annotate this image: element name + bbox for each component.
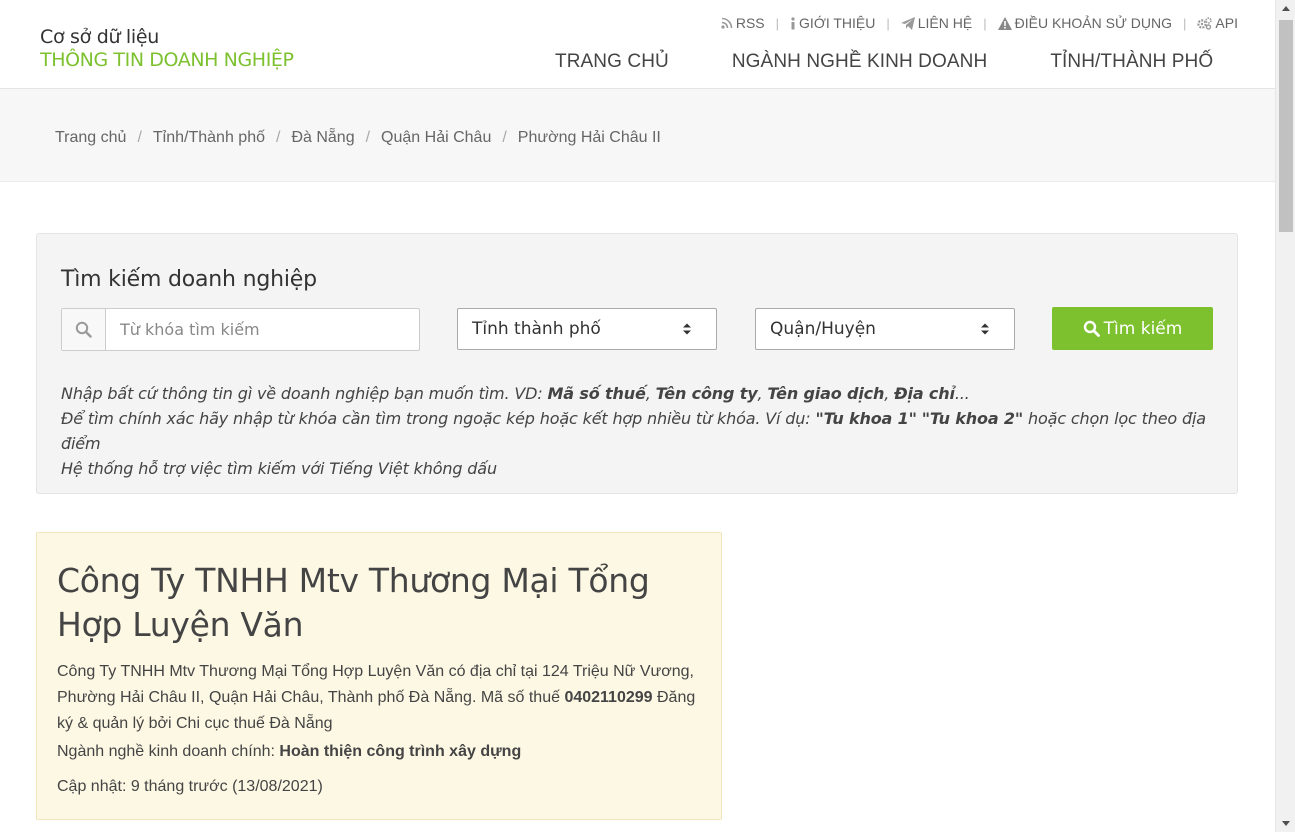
hint-example: Mã số thuế bbox=[547, 384, 646, 403]
search-button-label: Tìm kiếm bbox=[1103, 318, 1183, 339]
hint-line-1: Nhập bất cứ thông tin gì về doanh nghiệp… bbox=[61, 381, 1237, 406]
rss-icon bbox=[721, 17, 733, 29]
contact-link[interactable]: LIÊN HỆ bbox=[900, 15, 973, 31]
top-links: RSS | GIỚI THIỆU | LIÊN HỆ | ĐIỀU KHOẢN … bbox=[721, 15, 1238, 31]
breadcrumb-bar: Trang chủ / Tỉnh/Thành phố / Đà Nẵng / Q… bbox=[0, 89, 1275, 182]
industry-value: Hoàn thiện công trình xây dựng bbox=[279, 743, 522, 760]
api-link[interactable]: API bbox=[1197, 15, 1238, 31]
terms-label: ĐIỀU KHOẢN SỬ DỤNG bbox=[1014, 15, 1173, 31]
logo-line-1: Cơ sở dữ liệu bbox=[40, 26, 160, 48]
industry-label: Ngành nghề kinh doanh chính: bbox=[57, 743, 280, 760]
province-select-value: Tỉnh thành phố bbox=[472, 319, 601, 339]
district-select-value: Quận/Huyện bbox=[770, 319, 876, 339]
company-industry: Ngành nghề kinh doanh chính: Hoàn thiện … bbox=[57, 743, 521, 761]
company-card: Công Ty TNHH Mtv Thương Mại Tổng Hợp Luy… bbox=[36, 532, 722, 820]
breadcrumb: Trang chủ / Tỉnh/Thành phố / Đà Nẵng / Q… bbox=[55, 129, 661, 147]
nav-home[interactable]: TRANG CHỦ bbox=[555, 51, 669, 73]
divider: | bbox=[886, 15, 890, 31]
hint-text: , bbox=[884, 384, 895, 403]
scrollbar-thumb[interactable] bbox=[1279, 20, 1293, 232]
api-label: API bbox=[1215, 15, 1238, 31]
breadcrumb-separator: / bbox=[275, 129, 281, 146]
rss-link[interactable]: RSS bbox=[721, 15, 765, 31]
hint-example: "Tu khoa 2" bbox=[921, 409, 1024, 428]
scroll-down-arrow[interactable] bbox=[1276, 815, 1295, 832]
search-button[interactable]: Tìm kiếm bbox=[1052, 307, 1213, 350]
site-header: Cơ sở dữ liệu THÔNG TIN DOANH NGHIỆP RSS… bbox=[0, 0, 1275, 89]
paper-plane-icon bbox=[900, 16, 915, 30]
search-hints: Nhập bất cứ thông tin gì về doanh nghiệp… bbox=[61, 381, 1237, 481]
province-select[interactable]: Tỉnh thành phố bbox=[457, 308, 717, 350]
nav-industries[interactable]: NGÀNH NGHỀ KINH DOANH bbox=[732, 51, 987, 73]
search-icon bbox=[1083, 320, 1100, 337]
select-arrows-icon bbox=[683, 323, 691, 335]
divider: | bbox=[1183, 15, 1187, 31]
warning-icon bbox=[997, 16, 1012, 30]
divider: | bbox=[775, 15, 780, 31]
nav-provinces[interactable]: TỈNH/THÀNH PHỐ bbox=[1050, 51, 1213, 73]
hint-example: Tên công ty bbox=[655, 384, 758, 403]
about-label: GIỚI THIỆU bbox=[799, 15, 876, 31]
breadcrumb-city[interactable]: Đà Nẵng bbox=[291, 129, 354, 147]
hint-line-2: Để tìm chính xác hãy nhập từ khóa cần tì… bbox=[61, 406, 1237, 456]
district-select[interactable]: Quận/Huyện bbox=[755, 308, 1015, 350]
search-icon bbox=[75, 321, 92, 338]
company-name[interactable]: Công Ty TNHH Mtv Thương Mại Tổng Hợp Luy… bbox=[57, 559, 697, 647]
hint-line-3: Hệ thống hỗ trợ việc tìm kiếm với Tiếng … bbox=[61, 459, 497, 478]
caret-up-icon bbox=[1282, 6, 1290, 11]
site-logo[interactable]: Cơ sở dữ liệu THÔNG TIN DOANH NGHIỆP bbox=[40, 26, 294, 72]
gears-icon bbox=[1197, 16, 1213, 30]
company-updated: Cập nhật: 9 tháng trước (13/08/2021) bbox=[57, 778, 323, 795]
caret-down-icon bbox=[1282, 821, 1290, 826]
divider: | bbox=[983, 15, 987, 31]
hint-text: , bbox=[757, 384, 768, 403]
keyword-field bbox=[61, 308, 420, 351]
search-panel: Tìm kiếm doanh nghiệp Tỉnh thành phố Quậ… bbox=[36, 233, 1238, 494]
breadcrumb-separator: / bbox=[502, 129, 507, 146]
hint-example: "Tu khoa 1" bbox=[815, 409, 917, 428]
select-arrows-icon bbox=[981, 323, 989, 335]
company-description: Công Ty TNHH Mtv Thương Mại Tổng Hợp Luy… bbox=[57, 659, 697, 737]
logo-line-2: THÔNG TIN DOANH NGHIỆP bbox=[40, 49, 294, 71]
about-link[interactable]: GIỚI THIỆU bbox=[790, 15, 875, 31]
contact-label: LIÊN HỆ bbox=[917, 15, 973, 31]
rss-label: RSS bbox=[735, 15, 765, 31]
hint-text: , bbox=[645, 384, 656, 403]
hint-example: Tên giao dịch bbox=[767, 384, 885, 403]
breadcrumb-home[interactable]: Trang chủ bbox=[55, 129, 126, 147]
breadcrumb-ward: Phường Hải Châu II bbox=[517, 129, 661, 146]
search-title: Tìm kiếm doanh nghiệp bbox=[61, 267, 317, 292]
breadcrumb-district[interactable]: Quận Hải Châu bbox=[381, 129, 491, 147]
info-icon bbox=[791, 16, 795, 29]
hint-text: Nhập bất cứ thông tin gì về doanh nghiệp… bbox=[61, 384, 548, 403]
search-input[interactable] bbox=[106, 309, 419, 350]
breadcrumb-provinces[interactable]: Tỉnh/Thành phố bbox=[153, 129, 265, 147]
search-addon bbox=[62, 309, 106, 350]
breadcrumb-separator: / bbox=[365, 129, 371, 146]
terms-link[interactable]: ĐIỀU KHOẢN SỬ DỤNG bbox=[997, 15, 1173, 31]
hint-example: Địa chỉ bbox=[894, 384, 955, 403]
main-nav: TRANG CHỦ NGÀNH NGHỀ KINH DOANH TỈNH/THÀ… bbox=[555, 51, 1213, 73]
breadcrumb-separator: / bbox=[137, 129, 142, 146]
scroll-up-arrow[interactable] bbox=[1276, 0, 1295, 17]
hint-text: ... bbox=[954, 384, 970, 403]
vertical-scrollbar[interactable] bbox=[1275, 0, 1295, 832]
tax-id: 0402110299 bbox=[564, 689, 653, 706]
hint-text: Để tìm chính xác hãy nhập từ khóa cần tì… bbox=[61, 409, 816, 428]
